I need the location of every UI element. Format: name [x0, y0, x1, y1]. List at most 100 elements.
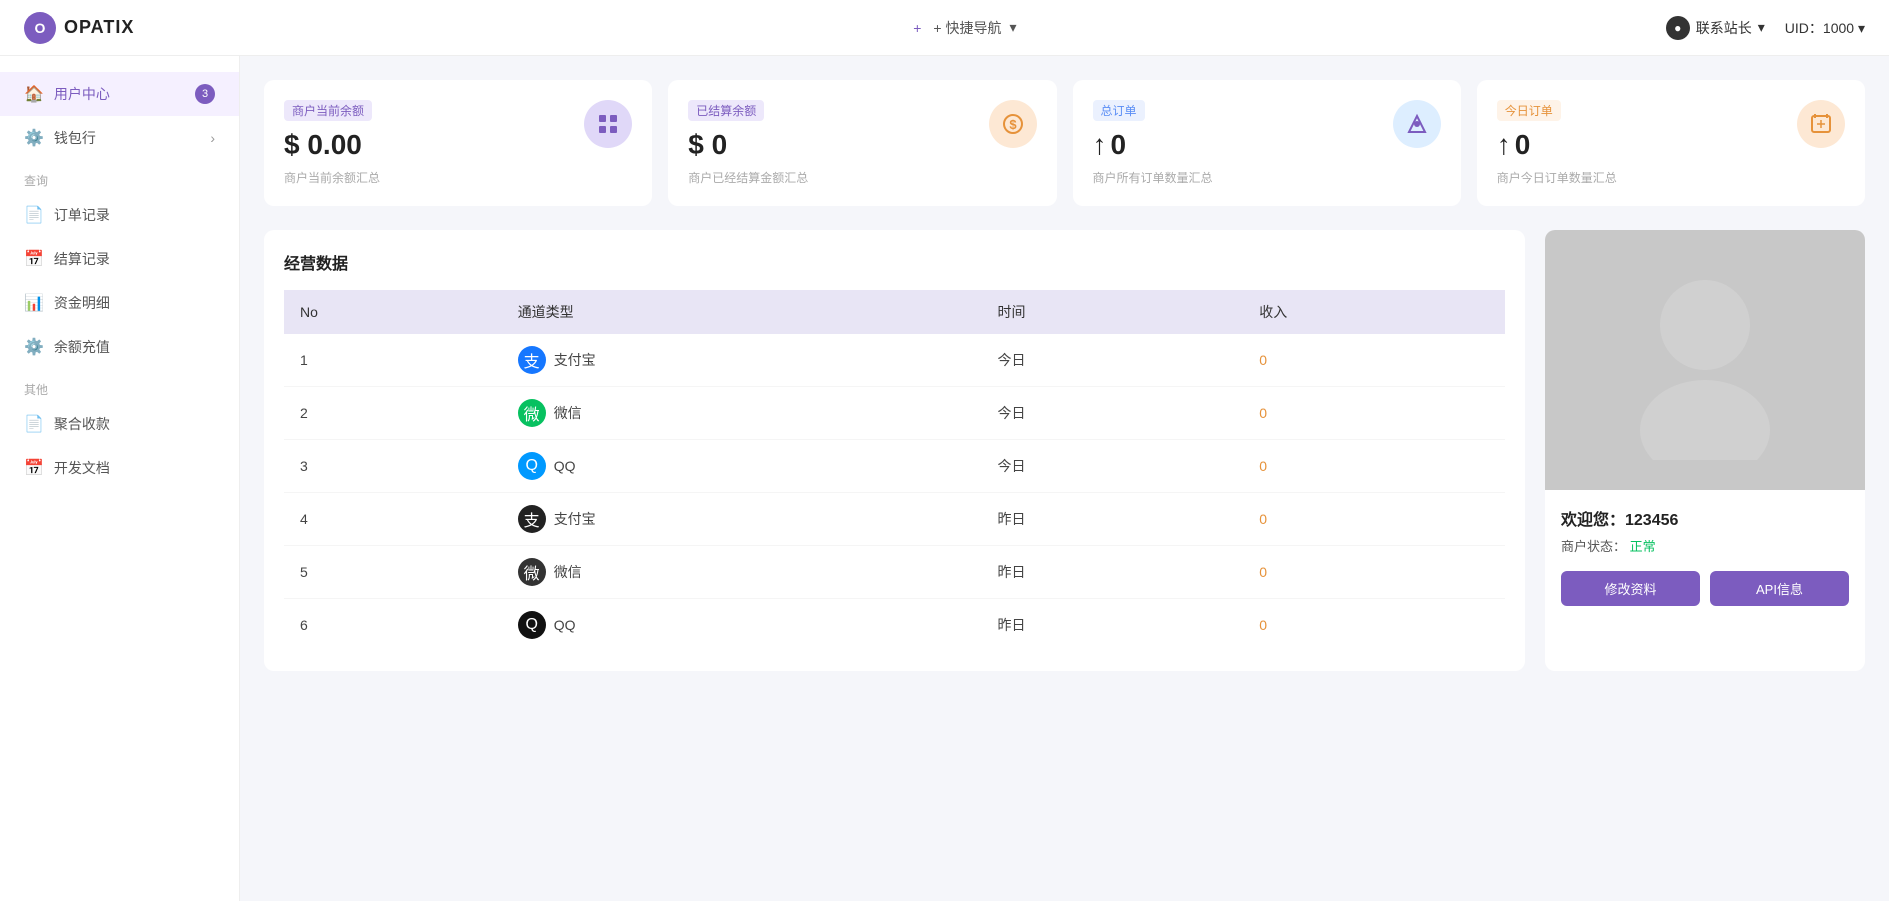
col-income: 收入 — [1243, 290, 1505, 334]
stat-icon-balance — [584, 100, 632, 148]
stat-tag-total-orders: 总订单 — [1093, 100, 1145, 121]
business-data-table: No 通道类型 时间 收入 1 支 支付宝 今日 0 2 — [284, 290, 1505, 651]
avatar-svg — [1625, 260, 1785, 460]
contact-arrow-icon: ▾ — [1758, 19, 1765, 36]
stat-desc-total-orders: 商户所有订单数量汇总 — [1093, 169, 1441, 186]
sidebar-item-dev-docs[interactable]: 📅 开发文档 — [0, 446, 239, 490]
sidebar-item-aggregate[interactable]: 📄 聚合收款 — [0, 402, 239, 446]
table-row: 1 支 支付宝 今日 0 — [284, 334, 1505, 387]
settlement-icon: 📅 — [24, 249, 44, 269]
logo-text: OPATIX — [64, 17, 134, 38]
edit-profile-button[interactable]: 修改资料 — [1561, 571, 1700, 606]
sidebar-label-funds: 资金明细 — [54, 293, 110, 313]
uid-label: UID：1000 — [1785, 20, 1854, 36]
stat-value-total-orders: ↑ 0 — [1093, 129, 1441, 161]
sidebar-label-aggregate: 聚合收款 — [54, 414, 110, 434]
table-row: 2 微 微信 今日 0 — [284, 387, 1505, 440]
channel-icon-wx-dark: 微 — [518, 558, 546, 586]
cell-income: 0 — [1243, 440, 1505, 493]
profile-welcome: 欢迎您：123456 — [1561, 506, 1849, 530]
channel-name: 支付宝 — [554, 509, 596, 529]
col-time: 时间 — [982, 290, 1244, 334]
uid-display[interactable]: UID：1000 ▾ — [1785, 18, 1865, 38]
uid-arrow-icon: ▾ — [1858, 20, 1865, 36]
stat-tag-balance: 商户当前余额 — [284, 100, 372, 121]
channel-cell: 微 微信 — [518, 399, 966, 427]
cell-channel: 微 微信 — [502, 387, 982, 440]
channel-name: QQ — [554, 617, 576, 633]
col-no: No — [284, 290, 502, 334]
table-title: 经营数据 — [284, 250, 1505, 274]
channel-name: 微信 — [554, 403, 582, 423]
status-value: 正常 — [1630, 539, 1656, 554]
stat-desc-balance: 商户当前余额汇总 — [284, 169, 632, 186]
channel-cell: Q QQ — [518, 452, 966, 480]
sidebar-label-recharge: 余额充值 — [54, 337, 110, 357]
cell-time: 昨日 — [982, 546, 1244, 599]
api-info-button[interactable]: API信息 — [1710, 571, 1849, 606]
table-row: 4 支 支付宝 昨日 0 — [284, 493, 1505, 546]
profile-card: 欢迎您：123456 商户状态： 正常 修改资料 API信息 — [1545, 230, 1865, 671]
cell-no: 5 — [284, 546, 502, 599]
cell-time: 昨日 — [982, 493, 1244, 546]
orders-icon: 📄 — [24, 205, 44, 225]
aggregate-icon: 📄 — [24, 414, 44, 434]
contact-button[interactable]: ● 联系站长 ▾ — [1666, 16, 1765, 40]
contact-icon: ● — [1666, 16, 1690, 40]
cell-no: 4 — [284, 493, 502, 546]
stat-card-balance: 商户当前余额 $ 0.00 商户当前余额汇总 — [264, 80, 652, 206]
stat-tag-today-orders: 今日订单 — [1497, 100, 1561, 121]
cell-channel: 微 微信 — [502, 546, 982, 599]
home-icon: 🏠 — [24, 84, 44, 104]
sidebar-label-settlement: 结算记录 — [54, 249, 110, 269]
table-section: 经营数据 No 通道类型 时间 收入 1 支 — [264, 230, 1525, 671]
cell-channel: 支 支付宝 — [502, 334, 982, 387]
cell-income: 0 — [1243, 599, 1505, 652]
wallet-icon: ⚙️ — [24, 128, 44, 148]
cell-no: 3 — [284, 440, 502, 493]
profile-avatar-area — [1545, 230, 1865, 490]
cell-no: 1 — [284, 334, 502, 387]
stat-icon-total-orders — [1393, 100, 1441, 148]
stat-card-total-orders: 总订单 ↑ 0 商户所有订单数量汇总 — [1073, 80, 1461, 206]
arrow-up-total-icon: ↑ — [1093, 129, 1107, 161]
section-label-query: 查询 — [0, 160, 239, 193]
sidebar-item-funds[interactable]: 📊 资金明细 — [0, 281, 239, 325]
dev-docs-icon: 📅 — [24, 458, 44, 478]
channel-icon-alipay: 支 — [518, 346, 546, 374]
quick-nav[interactable]: + + 快捷导航 ▾ — [913, 18, 1016, 38]
sidebar-item-orders[interactable]: 📄 订单记录 — [0, 193, 239, 237]
channel-name: 支付宝 — [554, 350, 596, 370]
stat-card-settled: 已结算余额 $ 0 商户已经结算金额汇总 $ — [668, 80, 1056, 206]
cell-income: 0 — [1243, 546, 1505, 599]
sidebar-item-wallet[interactable]: ⚙️ 钱包行 › — [0, 116, 239, 160]
logo-icon: O — [24, 12, 56, 44]
sidebar-item-settlement[interactable]: 📅 结算记录 — [0, 237, 239, 281]
stat-desc-today-orders: 商户今日订单数量汇总 — [1497, 169, 1845, 186]
channel-cell: Q QQ — [518, 611, 966, 639]
sidebar-item-user-center[interactable]: 🏠 用户中心 3 — [0, 72, 239, 116]
cell-time: 今日 — [982, 334, 1244, 387]
channel-name: 微信 — [554, 562, 582, 582]
cell-no: 6 — [284, 599, 502, 652]
channel-cell: 微 微信 — [518, 558, 966, 586]
stat-desc-settled: 商户已经结算金额汇总 — [688, 169, 1036, 186]
cell-time: 昨日 — [982, 599, 1244, 652]
stats-row: 商户当前余额 $ 0.00 商户当前余额汇总 已结算余额 $ 0 商户已经结算金… — [264, 80, 1865, 206]
stat-value-settled: $ 0 — [688, 129, 1036, 161]
sidebar-arrow-wallet: › — [210, 130, 215, 146]
layout: 🏠 用户中心 3 ⚙️ 钱包行 › 查询 📄 订单记录 📅 结算记录 📊 资金明… — [0, 56, 1889, 901]
channel-icon-qq-dark: Q — [518, 611, 546, 639]
cell-no: 2 — [284, 387, 502, 440]
stat-tag-settled: 已结算余额 — [688, 100, 764, 121]
sidebar-label-dev-docs: 开发文档 — [54, 458, 110, 478]
stat-icon-today-orders — [1797, 100, 1845, 148]
channel-icon-zfb-dark: 支 — [518, 505, 546, 533]
channel-icon-qq: Q — [518, 452, 546, 480]
sidebar-item-recharge[interactable]: ⚙️ 余额充值 — [0, 325, 239, 369]
sidebar-badge-user-center: 3 — [195, 84, 215, 104]
section-label-other: 其他 — [0, 369, 239, 402]
cell-channel: 支 支付宝 — [502, 493, 982, 546]
stat-value-today-orders: ↑ 0 — [1497, 129, 1845, 161]
top-header: O OPATIX + + 快捷导航 ▾ ● 联系站长 ▾ UID：1000 ▾ — [0, 0, 1889, 56]
